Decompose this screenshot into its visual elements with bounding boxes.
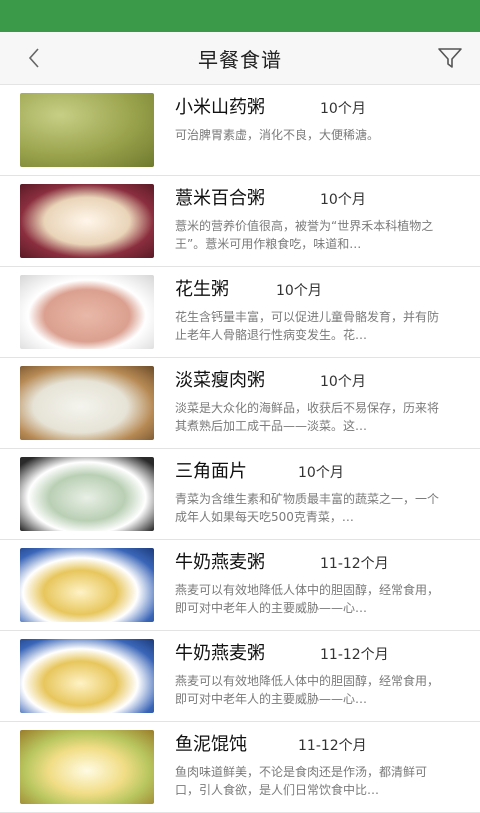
recipe-desc: 花生含钙量丰富，可以促进儿童骨骼发育，并有防止老年人骨骼退行性病变发生。花… [175, 310, 440, 342]
recipe-age: 10个月 [320, 101, 366, 117]
recipe-name: 淡菜瘦肉粥 [175, 370, 265, 391]
recipe-thumbnail [20, 184, 154, 258]
recipe-age: 10个月 [298, 465, 344, 481]
page-title: 早餐食谱 [198, 48, 282, 72]
recipe-item[interactable]: 薏米百合粥 10个月 薏米的营养价值很高，被誉为“世界禾本科植物之王”。薏米可用… [0, 176, 480, 267]
recipe-desc: 燕麦可以有效地降低人体中的胆固醇，经常食用，即可对中老年人的主要威胁——心… [175, 674, 440, 706]
recipe-thumbnail [20, 730, 154, 804]
recipe-item[interactable]: 花生粥 10个月 花生含钙量丰富，可以促进儿童骨骼发育，并有防止老年人骨骼退行性… [0, 267, 480, 358]
recipe-age: 10个月 [320, 374, 366, 390]
recipe-thumbnail [20, 366, 154, 440]
recipe-desc: 青菜为含维生素和矿物质最丰富的蔬菜之一，一个成年人如果每天吃500克青菜，… [175, 492, 440, 524]
recipe-name: 花生粥 [175, 279, 229, 300]
recipe-item[interactable]: 三角面片 10个月 青菜为含维生素和矿物质最丰富的蔬菜之一，一个成年人如果每天吃… [0, 449, 480, 540]
recipe-item[interactable]: 淡菜瘦肉粥 10个月 淡菜是大众化的海鲜品，收获后不易保存，历来将其煮熟后加工成… [0, 358, 480, 449]
recipe-age: 11-12个月 [320, 647, 389, 663]
recipe-thumbnail [20, 548, 154, 622]
recipe-desc: 可治脾胃素虚，消化不良，大便稀溏。 [175, 128, 380, 142]
recipe-name: 薏米百合粥 [175, 188, 265, 209]
recipe-desc: 淡菜是大众化的海鲜品，收获后不易保存，历来将其煮熟后加工成干品——淡菜。这… [175, 401, 440, 433]
recipe-desc: 薏米的营养价值很高，被誉为“世界禾本科植物之王”。薏米可用作粮食吃，味道和… [175, 219, 434, 251]
filter-icon [438, 48, 462, 68]
recipe-age: 10个月 [276, 283, 322, 299]
filter-button[interactable] [436, 44, 464, 72]
recipe-name: 小米山药粥 [175, 97, 265, 118]
recipe-age: 11-12个月 [298, 738, 367, 754]
recipe-desc: 鱼肉味道鲜美，不论是食肉还是作汤，都清鲜可口，引人食欲，是人们日常饮食中比… [175, 765, 428, 797]
recipe-age: 10个月 [320, 192, 366, 208]
recipe-name: 三角面片 [175, 461, 247, 482]
recipe-name: 鱼泥馄饨 [175, 734, 247, 755]
recipe-item[interactable]: 牛奶燕麦粥 11-12个月 燕麦可以有效地降低人体中的胆固醇，经常食用，即可对中… [0, 540, 480, 631]
recipe-item[interactable]: 小米山药粥 10个月 可治脾胃素虚，消化不良，大便稀溏。 [0, 85, 480, 176]
recipe-item[interactable]: 鱼泥馄饨 11-12个月 鱼肉味道鲜美，不论是食肉还是作汤，都清鲜可口，引人食欲… [0, 722, 480, 813]
recipe-thumbnail [20, 275, 154, 349]
recipe-desc: 燕麦可以有效地降低人体中的胆固醇，经常食用，即可对中老年人的主要威胁——心… [175, 583, 440, 615]
status-bar [0, 0, 480, 32]
recipe-thumbnail [20, 457, 154, 531]
recipe-list: 小米山药粥 10个月 可治脾胃素虚，消化不良，大便稀溏。 薏米百合粥 10个月 … [0, 85, 480, 813]
recipe-thumbnail [20, 639, 154, 713]
recipe-age: 11-12个月 [320, 556, 389, 572]
app-header: 早餐食谱 [0, 32, 480, 85]
recipe-name: 牛奶燕麦粥 [175, 552, 265, 573]
recipe-item[interactable]: 牛奶燕麦粥 11-12个月 燕麦可以有效地降低人体中的胆固醇，经常食用，即可对中… [0, 631, 480, 722]
recipe-thumbnail [20, 93, 154, 167]
recipe-name: 牛奶燕麦粥 [175, 643, 265, 664]
